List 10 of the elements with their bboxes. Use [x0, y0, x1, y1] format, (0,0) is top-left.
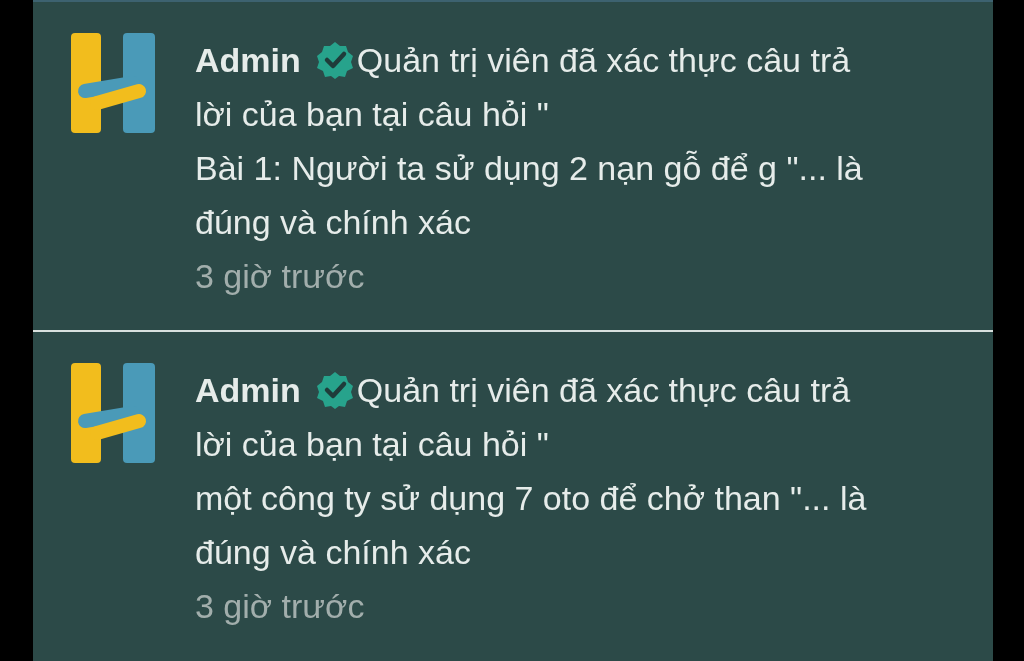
logo-icon [69, 363, 157, 463]
timestamp: 3 giờ trước [195, 256, 366, 297]
notification-text[interactable]: Quản trị viên đã xác thực câu trả [356, 363, 851, 417]
logo-icon [69, 33, 157, 133]
author-name[interactable]: Admin [195, 363, 301, 417]
author-name[interactable]: Admin [195, 33, 301, 87]
notification-text[interactable]: lời của bạn tại câu hỏi " Bài 1: Người ta sử dụng 2 nạn gỗ để g "... là đúng và chính xác [195, 87, 935, 249]
notification-text[interactable]: Quản trị viên đã xác thực câu trả [356, 33, 851, 87]
timestamp: 3 giờ trước [195, 586, 366, 627]
notification-text[interactable]: lời của bạn tại câu hỏi " một công ty sử dụng 7 oto để chở than "... là đúng và chính xác [195, 417, 935, 579]
